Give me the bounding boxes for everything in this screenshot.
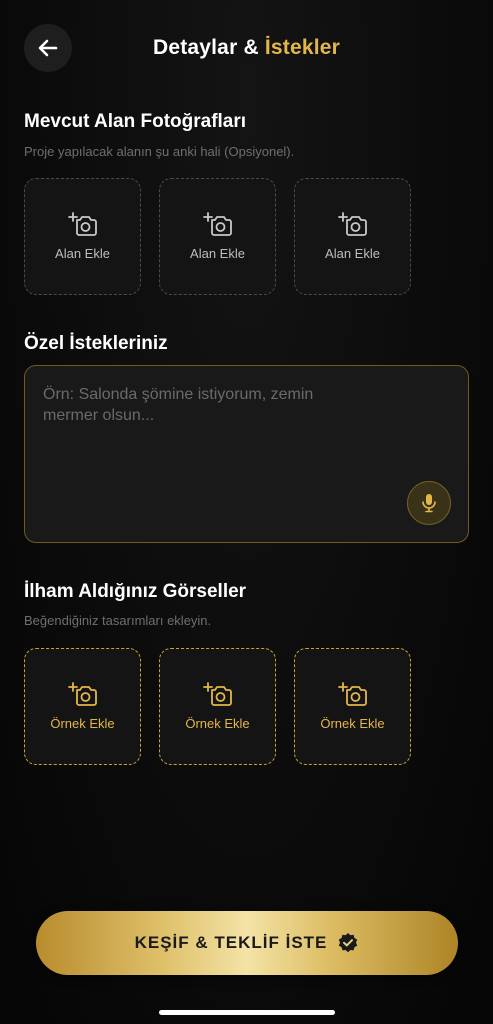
add-photo-icon [202,682,232,706]
site-photos-subtitle: Proje yapılacak alanın şu anki hali (Ops… [24,144,295,159]
tile-label: Alan Ekle [190,246,245,261]
add-photo-icon [337,682,367,706]
home-indicator[interactable] [159,1010,335,1015]
tile-label: Alan Ekle [55,246,110,261]
inspiration-subtitle: Beğendiğiniz tasarımları ekleyin. [24,613,212,628]
add-example-tile-2[interactable]: Örnek Ekle [159,648,276,765]
request-quote-button[interactable]: KEŞİF & TEKLİF İSTE [36,911,458,975]
add-example-tile-3[interactable]: Örnek Ekle [294,648,411,765]
add-photo-icon [202,212,232,236]
requests-textarea[interactable]: Örn: Salonda şömine istiyorum, zemin mer… [24,365,469,543]
tile-label: Örnek Ekle [320,716,385,731]
requests-placeholder: Örn: Salonda şömine istiyorum, zemin mer… [43,386,314,424]
inspiration-tiles: Örnek Ekle Örnek Ekle Örnek Ekle [24,648,411,765]
verified-badge-icon [339,933,358,953]
add-site-photo-tile-3[interactable]: Alan Ekle [294,178,411,295]
add-photo-icon [67,212,97,236]
voice-input-button[interactable] [407,481,451,525]
site-photos-tiles: Alan Ekle Alan Ekle Alan Ekle [24,178,411,295]
add-photo-icon [67,682,97,706]
tile-label: Örnek Ekle [50,716,115,731]
add-photo-icon [337,212,367,236]
request-quote-label: KEŞİF & TEKLİF İSTE [134,933,328,952]
add-example-tile-1[interactable]: Örnek Ekle [24,648,141,765]
tile-label: Alan Ekle [325,246,380,261]
inspiration-title: İlham Aldığınız Görseller [24,581,247,602]
page-title-accent: İstekler [264,36,341,59]
add-site-photo-tile-2[interactable]: Alan Ekle [159,178,276,295]
microphone-icon [422,494,436,513]
requests-title: Özel İstekleriniz [24,333,168,354]
add-site-photo-tile-1[interactable]: Alan Ekle [24,178,141,295]
page-title: Detaylar & İstekler [0,36,493,60]
tile-label: Örnek Ekle [185,716,250,731]
site-photos-title: Mevcut Alan Fotoğrafları [24,111,247,132]
page-title-prefix: Detaylar & [152,36,265,59]
header: Detaylar & İstekler [0,18,493,78]
